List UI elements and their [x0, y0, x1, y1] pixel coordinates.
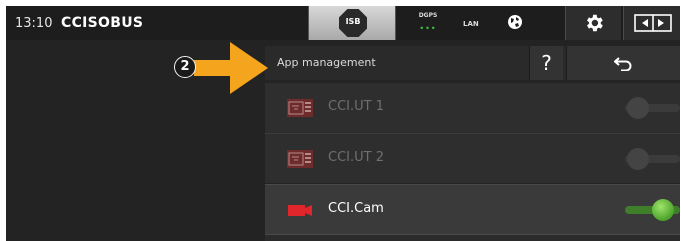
app-enable-toggle[interactable] [625, 199, 680, 221]
terminal-icon [287, 99, 313, 117]
app-row-cci-ut-2[interactable]: CCI.UT 2 [265, 133, 680, 183]
toggle-knob [627, 148, 649, 170]
status-bar: 13:10 CCISOBUS ISB DGPS ••• LAN [6, 6, 680, 40]
app-name: CCI.Cam [328, 201, 384, 216]
gps-signal-dots: ••• [419, 24, 437, 33]
terminal-icon [287, 150, 313, 168]
app-row-cci-ut-1[interactable]: CCI.UT 1 [265, 83, 680, 133]
clock: 13:10 [15, 16, 53, 31]
annotation-arrow-icon [194, 42, 268, 94]
app-row-cci-cam[interactable]: CCI.Cam [265, 184, 680, 234]
globe-icon [508, 15, 522, 29]
title-bar: App management ? [265, 46, 680, 80]
app-row-partial [265, 234, 680, 241]
brand-logo: CCISOBUS [61, 15, 144, 31]
app-name: CCI.UT 2 [328, 150, 384, 165]
toggle-knob [652, 199, 674, 221]
page-title: App management [277, 56, 376, 69]
isb-label: ISB [345, 17, 361, 26]
gps-status-label: DGPS [418, 12, 438, 19]
help-button[interactable]: ? [529, 46, 563, 80]
camera-icon [288, 205, 312, 216]
lan-status-label: LAN [463, 20, 479, 28]
annotation-number-badge: 2 [174, 56, 196, 78]
terminal-screen: 13:10 CCISOBUS ISB DGPS ••• LAN App mana… [6, 6, 680, 241]
app-enable-toggle[interactable] [625, 148, 680, 170]
isb-stop-icon: ISB [339, 9, 367, 37]
swap-screens-icon [634, 14, 672, 32]
back-button[interactable] [566, 46, 680, 80]
app-name: CCI.UT 1 [328, 99, 384, 114]
toggle-knob [627, 97, 649, 119]
switch-screen-button[interactable] [623, 6, 680, 40]
settings-button[interactable] [565, 6, 621, 40]
isb-button[interactable]: ISB [308, 6, 396, 40]
return-arrow-icon [614, 57, 632, 71]
gear-icon [587, 14, 603, 32]
app-enable-toggle[interactable] [625, 97, 680, 119]
